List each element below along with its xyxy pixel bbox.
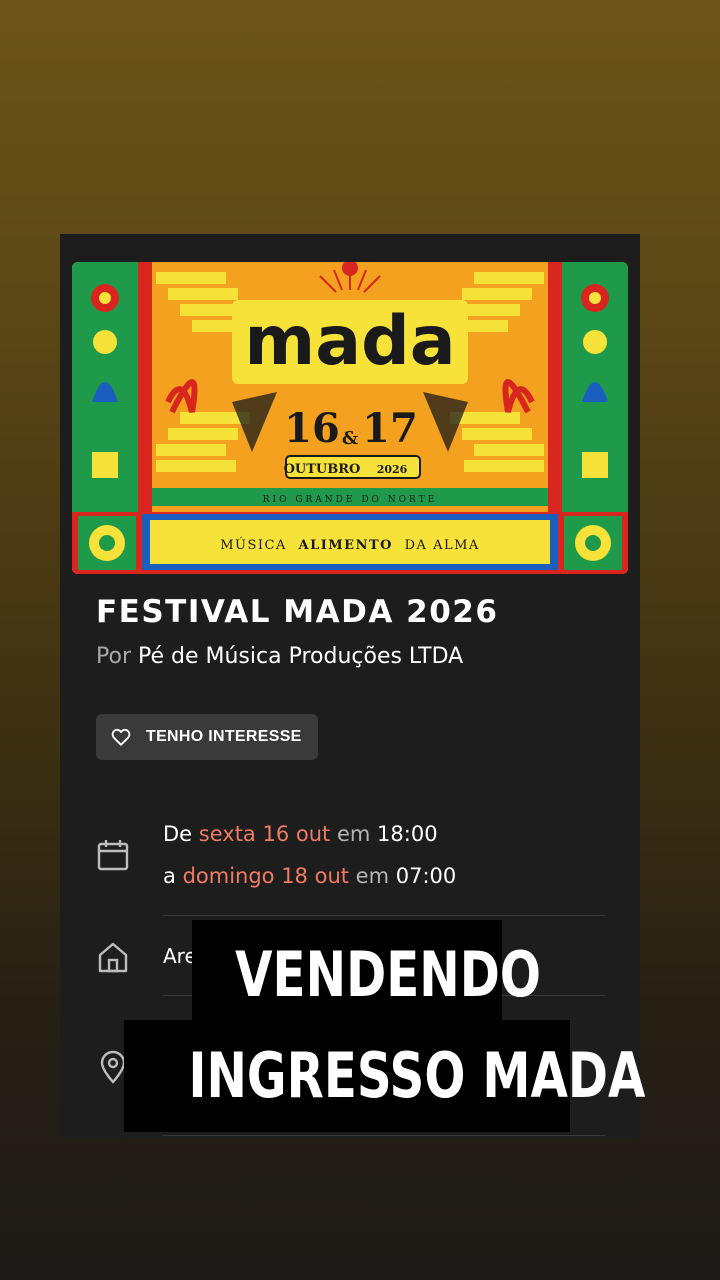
story-caption-line-1: VENDENDO bbox=[192, 920, 541, 1030]
svg-text:2026: 2026 bbox=[377, 463, 408, 476]
divider bbox=[163, 915, 605, 916]
event-organizer: Por Pé de Música Produções LTDA bbox=[96, 644, 463, 669]
banner-logo-text: mada bbox=[244, 302, 455, 381]
organizer-prefix: Por bbox=[96, 644, 131, 669]
calendar-icon bbox=[97, 840, 129, 871]
svg-text:MÚSICA ALIMENTO: MÚSICA ALIMENTO DA ALMA bbox=[220, 536, 480, 553]
banner-artwork: mada 16 & 17 OUTUBRO 2026 RIO GRANDE DO … bbox=[72, 262, 628, 574]
event-end-date: a domingo 18 out em 07:00 bbox=[163, 864, 457, 888]
svg-text:&: & bbox=[342, 428, 358, 449]
home-icon bbox=[98, 942, 128, 973]
story-caption-line-2: INGRESSO MADA bbox=[124, 1020, 645, 1132]
interest-button[interactable]: TENHO INTERESSE bbox=[96, 714, 318, 760]
organizer-name[interactable]: Pé de Música Produções LTDA bbox=[138, 644, 463, 669]
svg-text:RIO GRANDE DO NORTE: RIO GRANDE DO NORTE bbox=[263, 495, 437, 505]
svg-text:16: 16 bbox=[284, 405, 340, 452]
event-start-date: De sexta 16 out em 18:00 bbox=[163, 822, 438, 846]
heart-icon bbox=[111, 728, 131, 746]
svg-text:17: 17 bbox=[362, 405, 418, 452]
divider bbox=[163, 1135, 605, 1136]
event-title: FESTIVAL MADA 2026 bbox=[96, 594, 499, 630]
event-banner-image[interactable]: mada 16 & 17 OUTUBRO 2026 RIO GRANDE DO … bbox=[72, 262, 628, 574]
interest-button-label: TENHO INTERESSE bbox=[146, 728, 302, 745]
svg-text:OUTUBRO: OUTUBRO bbox=[284, 462, 361, 477]
